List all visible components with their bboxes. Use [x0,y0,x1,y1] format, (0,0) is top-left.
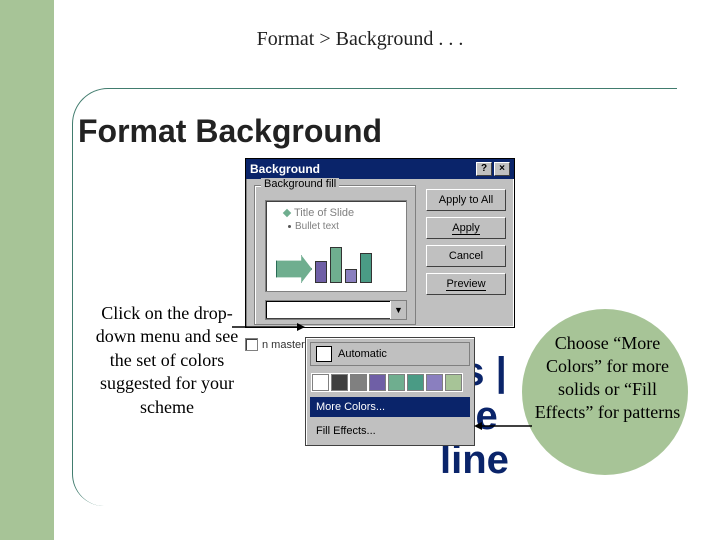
fill-effects-option[interactable]: Fill Effects... [310,421,470,441]
omit-label-fragment: n master [262,339,305,351]
automatic-color-option[interactable]: Automatic [310,342,470,366]
breadcrumb: Format > Background . . . [0,28,720,51]
diamond-icon [283,209,291,217]
color-swatch[interactable] [407,374,424,391]
apply-to-all-button[interactable]: Apply to All [426,189,506,211]
page-title: Format Background [78,113,382,150]
color-swatch[interactable] [426,374,443,391]
callout-arrow-left-icon [230,321,305,333]
bar-icon [315,261,327,283]
preview-label: Preview [446,278,485,291]
dialog-title: Background [250,162,474,176]
callout-arrow-right-icon [474,420,534,432]
bar-icon [345,269,357,283]
bullet-icon [288,225,291,228]
close-button[interactable]: × [494,162,510,176]
color-swatch[interactable] [312,374,329,391]
dialog-body: Background fill Title of Slide Bullet te… [246,179,514,327]
color-swatch[interactable] [350,374,367,391]
help-button[interactable]: ? [476,162,492,176]
callout-right: Choose “More Colors” for more solids or … [530,332,685,424]
group-label: Background fill [261,178,339,190]
preview-graphic [276,247,372,283]
cancel-button[interactable]: Cancel [426,245,506,267]
background-color-dropdown[interactable]: ▼ [265,300,407,320]
color-picker-popup: Automatic More Colors... Fill Effects... [305,337,475,446]
preview-bullet-text: Bullet text [295,221,339,232]
slide-preview: Title of Slide Bullet text [265,200,407,292]
dialog-button-column: Apply to All Apply Cancel Preview [426,189,506,295]
slide-accent-bar [0,0,54,540]
background-dialog: Background ? × Background fill Title of … [245,158,515,328]
bar-icon [360,253,372,283]
color-swatch-row [310,372,470,393]
bar-icon [330,247,342,283]
automatic-swatch-icon [316,346,332,362]
arrow-shape-icon [276,255,312,283]
more-colors-option[interactable]: More Colors... [310,397,470,417]
apply-button[interactable]: Apply [426,217,506,239]
checkbox-icon[interactable] [245,338,258,351]
color-swatch[interactable] [331,374,348,391]
automatic-label: Automatic [338,348,387,360]
apply-label: Apply [452,222,480,235]
preview-title-row: Title of Slide [274,207,398,219]
chevron-down-icon[interactable]: ▼ [390,301,406,319]
color-swatch[interactable] [388,374,405,391]
omit-master-checkbox-row[interactable]: n master [245,338,305,351]
preview-button[interactable]: Preview [426,273,506,295]
color-swatch[interactable] [445,374,462,391]
dialog-titlebar: Background ? × [246,159,514,179]
preview-bullet-row: Bullet text [274,221,398,232]
color-swatch[interactable] [369,374,386,391]
background-fill-group: Background fill Title of Slide Bullet te… [254,185,416,325]
preview-title-text: Title of Slide [294,207,354,219]
callout-left: Click on the drop-down menu and see the … [94,302,240,419]
